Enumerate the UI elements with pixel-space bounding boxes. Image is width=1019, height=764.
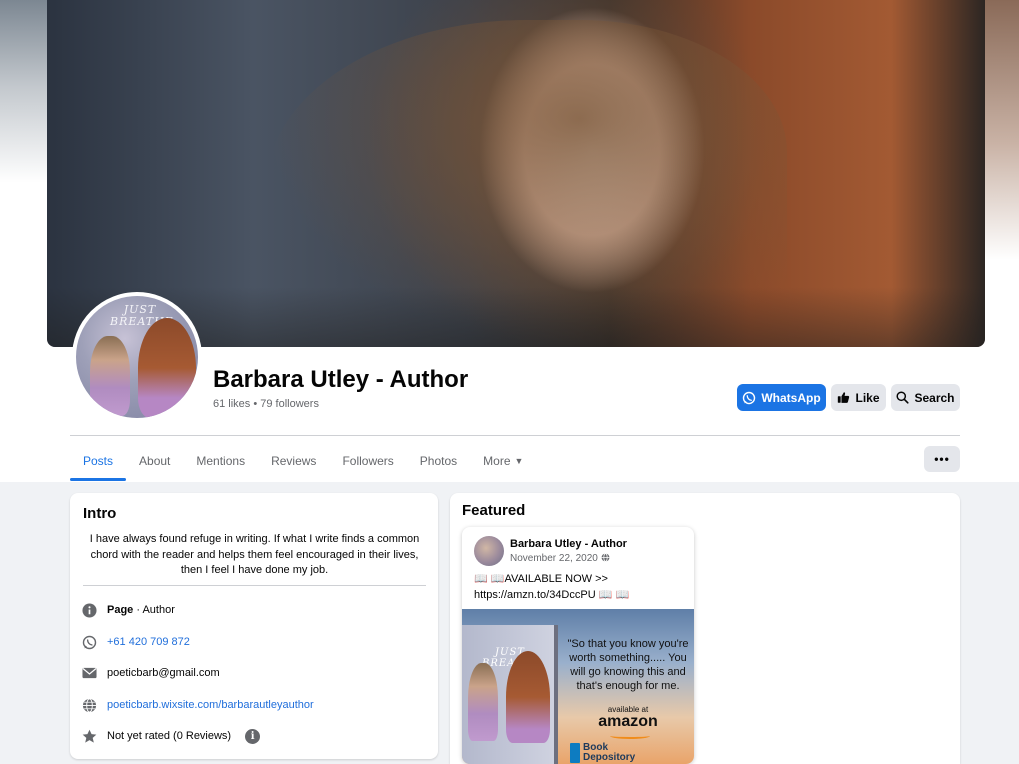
mail-icon bbox=[81, 665, 97, 681]
tab-photos[interactable]: Photos bbox=[407, 441, 470, 481]
category-prefix: Page bbox=[107, 604, 134, 616]
book-depository-logo: Book Depository bbox=[570, 743, 635, 763]
thumbs-up-icon bbox=[837, 391, 850, 404]
cover-photo[interactable] bbox=[47, 0, 985, 347]
page-title: Barbara Utley - Author bbox=[213, 366, 469, 393]
rating-text: Not yet rated (0 Reviews) bbox=[107, 730, 232, 742]
featured-post[interactable]: Barbara Utley - Author November 22, 2020… bbox=[462, 527, 694, 764]
featured-card: Featured Barbara Utley - Author November… bbox=[450, 493, 960, 764]
intro-phone-row: +61 420 709 872 bbox=[81, 634, 190, 650]
page-tabs: Posts About Mentions Reviews Followers P… bbox=[70, 441, 536, 481]
intro-email-row: poeticbarb@gmail.com bbox=[81, 665, 220, 681]
header-background-edge bbox=[979, 0, 1019, 260]
post-avatar[interactable] bbox=[474, 536, 504, 566]
email-text[interactable]: poeticbarb@gmail.com bbox=[107, 667, 220, 679]
post-text: 📖 📖AVAILABLE NOW >> https://amzn.to/34Dc… bbox=[474, 573, 630, 601]
whatsapp-icon bbox=[742, 391, 756, 405]
more-options-button[interactable]: ••• bbox=[924, 446, 960, 472]
tab-reviews[interactable]: Reviews bbox=[258, 441, 329, 481]
whatsapp-button[interactable]: WhatsApp bbox=[737, 384, 826, 411]
category-label: · Author bbox=[133, 604, 175, 616]
search-button[interactable]: Search bbox=[891, 384, 960, 411]
book-depository-icon bbox=[570, 743, 580, 763]
amazon-smile-icon bbox=[610, 733, 650, 739]
info-icon bbox=[81, 602, 97, 618]
like-label: Like bbox=[855, 390, 880, 405]
phone-link[interactable]: +61 420 709 872 bbox=[107, 636, 190, 648]
phone-icon bbox=[81, 634, 97, 650]
globe-icon bbox=[81, 697, 97, 713]
tab-more[interactable]: More ▼ bbox=[470, 441, 536, 481]
like-button[interactable]: Like bbox=[831, 384, 886, 411]
whatsapp-label: WhatsApp bbox=[761, 390, 821, 405]
post-image[interactable]: JUST BREATHE "So that you know you're wo… bbox=[462, 609, 694, 764]
header-divider bbox=[70, 435, 960, 436]
intro-category-row: Page · Author bbox=[81, 602, 175, 618]
tab-mentions[interactable]: Mentions bbox=[183, 441, 258, 481]
intro-rating-row: Not yet rated (0 Reviews) i bbox=[81, 728, 261, 744]
page-stats[interactable]: 61 likes • 79 followers bbox=[213, 398, 319, 410]
star-icon bbox=[81, 728, 97, 744]
tab-posts[interactable]: Posts bbox=[70, 441, 127, 481]
intro-divider bbox=[83, 585, 426, 586]
globe-small-icon bbox=[601, 553, 610, 564]
post-author[interactable]: Barbara Utley - Author bbox=[510, 538, 627, 550]
post-date-row: November 22, 2020 bbox=[510, 553, 610, 564]
book-quote: "So that you know you're worth something… bbox=[567, 638, 689, 692]
intro-card: Intro I have always found refuge in writ… bbox=[70, 493, 438, 759]
search-icon bbox=[896, 391, 910, 404]
tab-about[interactable]: About bbox=[126, 441, 183, 481]
caret-down-icon: ▼ bbox=[514, 456, 524, 466]
post-date[interactable]: November 22, 2020 bbox=[510, 553, 598, 564]
search-label: Search bbox=[914, 390, 955, 405]
profile-avatar[interactable]: JUST BREATHE bbox=[72, 292, 202, 422]
intro-website-row: poeticbarb.wixsite.com/barbarautleyautho… bbox=[81, 697, 314, 713]
book-cover: JUST BREATHE bbox=[462, 625, 558, 764]
tab-followers[interactable]: Followers bbox=[329, 441, 406, 481]
website-link[interactable]: poeticbarb.wixsite.com/barbarautleyautho… bbox=[107, 699, 314, 711]
amazon-logo: amazon bbox=[598, 713, 658, 730]
intro-title: Intro bbox=[83, 505, 117, 522]
intro-bio: I have always found refuge in writing. I… bbox=[89, 533, 420, 576]
featured-title: Featured bbox=[462, 502, 526, 519]
rating-info-icon[interactable]: i bbox=[245, 728, 261, 744]
